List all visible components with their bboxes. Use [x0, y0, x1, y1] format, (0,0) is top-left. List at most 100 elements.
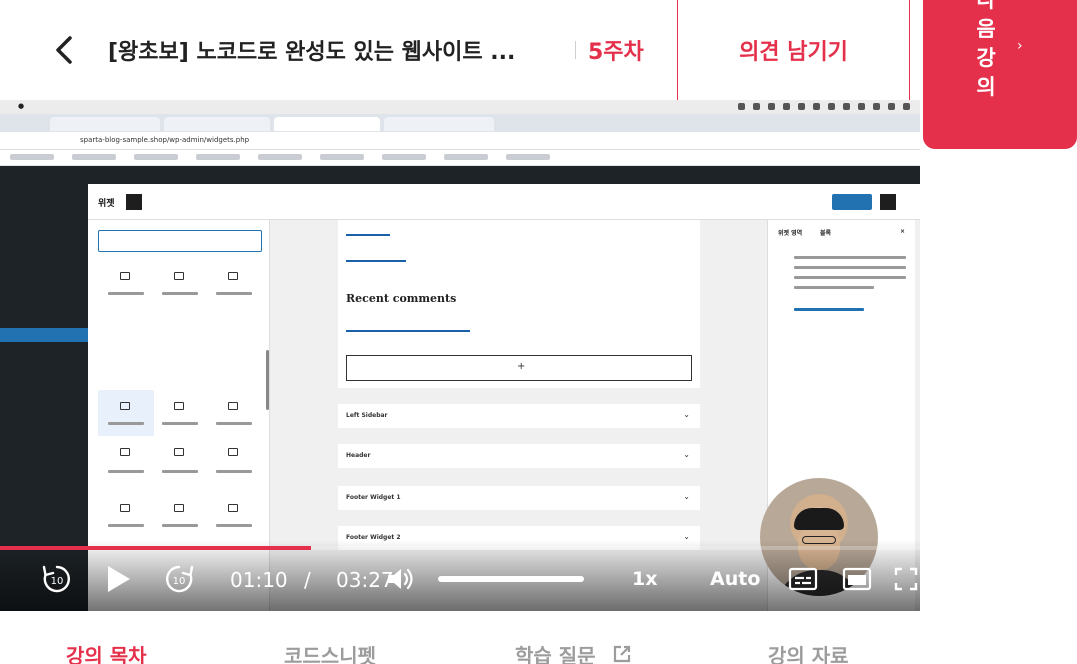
feedback-box: 의견 남기기 — [677, 0, 910, 100]
tab-materials[interactable]: 강의 자료 — [768, 640, 849, 664]
block-icon — [228, 402, 238, 410]
widget-area-open: Recent comments + — [338, 220, 700, 388]
forward-10-icon[interactable]: 10 — [162, 562, 196, 596]
bookmark — [444, 154, 488, 160]
browser-tab — [384, 117, 494, 131]
widget-area-accordion: Footer Widget 1 ⌄ — [338, 486, 700, 510]
block-label — [108, 524, 144, 527]
block-label — [216, 470, 252, 473]
next-lecture-char: 의 — [976, 75, 996, 99]
widget-area-accordion: Header ⌄ — [338, 444, 700, 468]
settings-link — [794, 308, 864, 311]
tab-qna[interactable]: 학습 질문 — [515, 640, 596, 664]
browser-tab-active — [274, 117, 380, 131]
block-label — [162, 422, 198, 425]
mac-status-icons — [738, 103, 910, 110]
block-icon — [120, 272, 130, 280]
block-label — [216, 292, 252, 295]
block-label — [162, 524, 198, 527]
volume-icon[interactable] — [386, 566, 414, 592]
progress-fill — [0, 546, 311, 550]
bookmark — [258, 154, 302, 160]
video-player[interactable]: ● sparta-blog-sample.shop/wp-admin/widge… — [0, 100, 920, 611]
fullscreen-icon[interactable] — [893, 566, 919, 592]
mac-menubar: ● — [0, 100, 920, 114]
next-lecture-char: 강 — [976, 46, 996, 70]
wp-sidebar-active — [0, 328, 88, 342]
speed-button[interactable]: 1x — [632, 568, 657, 590]
widget-editor-header: 위젯 — [88, 184, 920, 220]
tab-code-snippet[interactable]: 코드스니펫 — [284, 640, 376, 664]
bookmark — [10, 154, 54, 160]
block-label — [216, 524, 252, 527]
settings-tab: 위젯 영역 — [778, 230, 803, 237]
close-icon: × — [900, 228, 906, 235]
browser-url: sparta-blog-sample.shop/wp-admin/widgets… — [80, 136, 250, 144]
mac-menu-text: ● — [18, 102, 47, 110]
chevron-down-icon: ⌄ — [683, 410, 690, 419]
lecture-header: [왕초보] 노코드로 완성도 있는 웹사이트 ... 5주차 의견 남기기 — [0, 0, 920, 100]
quality-button[interactable]: Auto — [710, 568, 760, 590]
widget-area-label: Header — [346, 452, 371, 459]
tab-curriculum[interactable]: 강의 목차 — [66, 640, 147, 664]
browser-bookmarks — [0, 150, 920, 166]
recent-comments-heading: Recent comments — [346, 292, 457, 305]
browser-tab — [50, 117, 160, 131]
block-icon — [120, 504, 130, 512]
external-link-icon — [613, 645, 631, 663]
next-lecture-char: 다 — [976, 0, 996, 12]
chevron-down-icon: ⌄ — [683, 492, 690, 501]
settings-text-line — [794, 276, 906, 279]
next-lecture-label: 다 음 강 의 — [966, 0, 1006, 102]
plus-icon: + — [517, 361, 526, 372]
bookmark — [320, 154, 364, 160]
block-label — [162, 470, 198, 473]
rewind-seconds: 10 — [51, 576, 64, 587]
widget-area-label: Footer Widget 1 — [346, 494, 401, 501]
block-icon — [228, 504, 238, 512]
settings-tab: 블록 — [820, 230, 832, 237]
block-icon — [174, 448, 184, 456]
block-icon — [120, 402, 130, 410]
next-lecture-char: 음 — [976, 17, 996, 41]
bookmark — [72, 154, 116, 160]
rewind-10-icon[interactable]: 10 — [40, 562, 74, 596]
inserter-search — [98, 230, 262, 252]
volume-slider[interactable] — [438, 576, 584, 582]
inserter-close — [126, 194, 142, 210]
time-separator: / — [304, 568, 311, 592]
block-label — [108, 470, 144, 473]
chevron-left-icon[interactable] — [48, 30, 80, 70]
title-divider — [575, 41, 576, 59]
inserter-scrollbar — [266, 350, 269, 410]
block-icon — [174, 272, 184, 280]
week-label: 5주차 — [588, 40, 644, 65]
subtitles-icon[interactable] — [788, 567, 818, 591]
block-icon — [174, 504, 184, 512]
settings-text-line — [794, 286, 874, 289]
feedback-button[interactable]: 의견 남기기 — [678, 34, 909, 66]
block-label — [108, 292, 144, 295]
block-icon — [228, 272, 238, 280]
widget-link — [346, 260, 406, 262]
block-icon — [174, 402, 184, 410]
bookmark — [382, 154, 426, 160]
update-button — [832, 194, 872, 210]
add-block-box: + — [346, 355, 692, 381]
play-icon[interactable] — [104, 564, 132, 594]
bookmark — [196, 154, 240, 160]
chevron-right-icon: › — [1017, 38, 1023, 54]
bookmark — [134, 154, 178, 160]
widget-editor-title: 위젯 — [98, 199, 115, 209]
forward-seconds: 10 — [173, 576, 186, 587]
picture-in-picture-icon[interactable] — [842, 567, 872, 591]
current-time: 01:10 — [230, 568, 288, 592]
browser-tabbar — [0, 114, 920, 132]
block-label — [216, 422, 252, 425]
duration: 03:27 — [336, 568, 394, 592]
settings-toggle — [880, 194, 896, 210]
browser-tab — [164, 117, 270, 131]
widget-area-label: Left Sidebar — [346, 412, 388, 419]
chevron-down-icon: ⌄ — [683, 450, 690, 459]
settings-text-line — [794, 266, 906, 269]
